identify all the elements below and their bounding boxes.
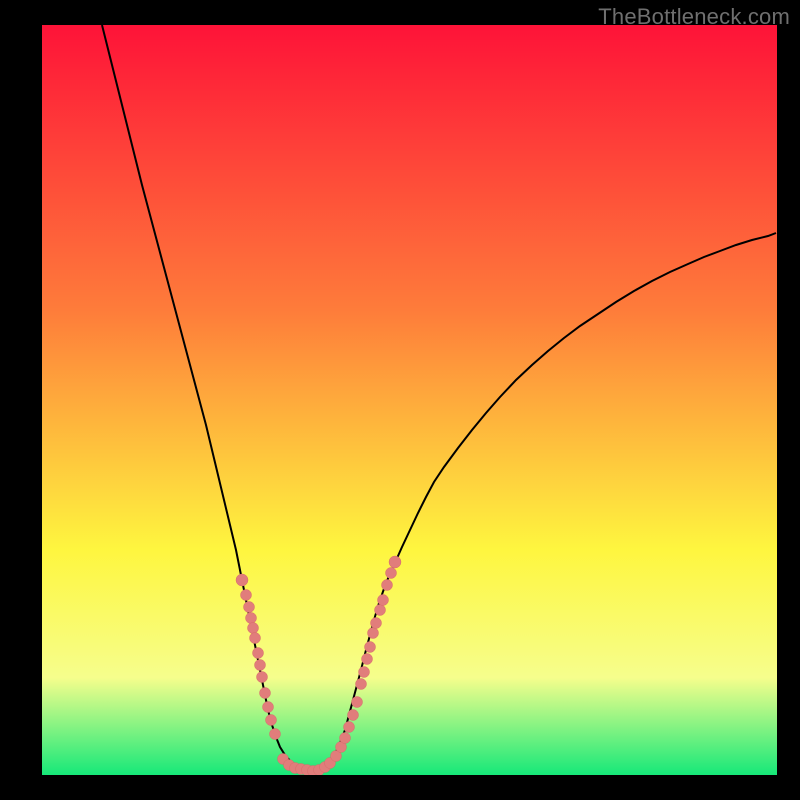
data-dot: [255, 660, 266, 671]
data-dot: [260, 688, 271, 699]
data-dot: [257, 672, 268, 683]
chart-plot-area: [42, 25, 777, 775]
data-dot: [386, 568, 397, 579]
data-dot: [253, 648, 264, 659]
data-dot: [340, 733, 351, 744]
data-dot: [356, 679, 367, 690]
data-dot: [359, 667, 370, 678]
data-dot: [244, 602, 255, 613]
data-dot: [248, 623, 259, 634]
data-dot: [266, 715, 277, 726]
data-dot: [263, 702, 274, 713]
watermark-label: TheBottleneck.com: [598, 4, 790, 30]
data-dot: [365, 642, 376, 653]
chart-svg: [42, 25, 777, 775]
data-dot: [352, 697, 363, 708]
data-dot: [389, 556, 401, 568]
data-dot: [382, 580, 393, 591]
chart-frame: TheBottleneck.com: [0, 0, 800, 800]
data-dot: [241, 590, 252, 601]
data-dot: [368, 628, 379, 639]
data-dot: [378, 595, 389, 606]
data-dot: [250, 633, 261, 644]
data-dot: [371, 618, 382, 629]
data-dot: [348, 710, 359, 721]
data-dot: [362, 654, 373, 665]
data-dot: [270, 729, 281, 740]
data-dot: [246, 613, 257, 624]
data-dot: [375, 605, 386, 616]
data-dot: [344, 722, 355, 733]
data-dot: [236, 574, 248, 586]
chart-background: [42, 25, 777, 775]
